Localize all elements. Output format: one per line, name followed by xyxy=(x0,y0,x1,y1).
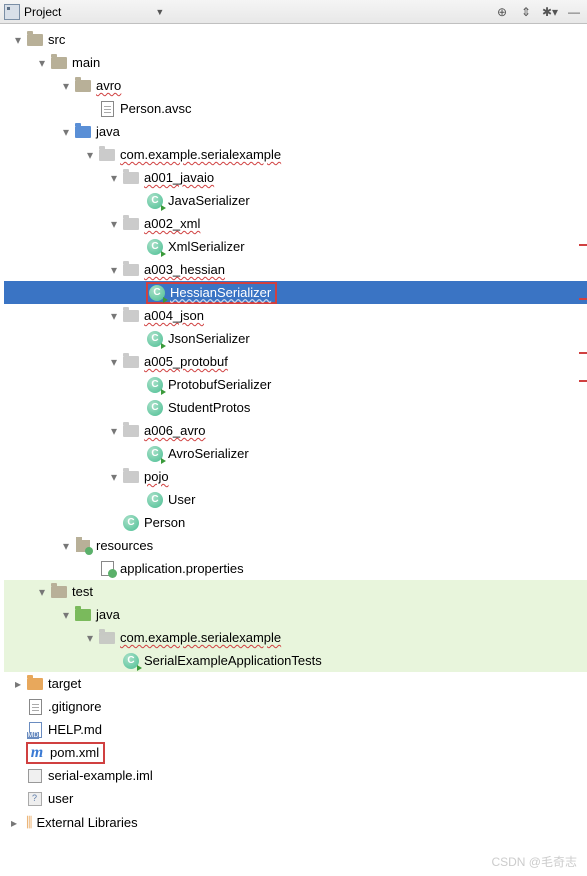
tree-node-test[interactable]: test xyxy=(4,580,587,603)
tree-node-a004[interactable]: a004_json xyxy=(4,304,587,327)
tree-node-java-test[interactable]: java xyxy=(4,603,587,626)
project-tree: src main avro Person.avsc java com.examp… xyxy=(0,24,587,810)
tree-node-xmlserializer[interactable]: CXmlSerializer xyxy=(4,235,587,258)
toolbar-title: Project xyxy=(24,5,61,19)
tree-node-main[interactable]: main xyxy=(4,51,587,74)
tree-node-a003[interactable]: a003_hessian xyxy=(4,258,587,281)
tree-node-target[interactable]: target xyxy=(4,672,587,695)
tree-node-a005[interactable]: a005_protobuf xyxy=(4,350,587,373)
tree-node-helpmd[interactable]: HELP.md xyxy=(4,718,587,741)
tree-node-a006[interactable]: a006_avro xyxy=(4,419,587,442)
tree-node-avro[interactable]: avro xyxy=(4,74,587,97)
tree-node-protobufserializer[interactable]: CProtobufSerializer xyxy=(4,373,587,396)
hide-icon[interactable]: — xyxy=(565,3,583,21)
tree-node-avroserializer[interactable]: CAvroSerializer xyxy=(4,442,587,465)
tree-node-pojo[interactable]: pojo xyxy=(4,465,587,488)
tree-node-iml[interactable]: serial-example.iml xyxy=(4,764,587,787)
tree-node-appprops[interactable]: application.properties xyxy=(4,557,587,580)
project-icon xyxy=(4,4,20,20)
tree-node-userfile[interactable]: user xyxy=(4,787,587,810)
tree-node-testclass[interactable]: CSerialExampleApplicationTests xyxy=(4,649,587,672)
gear-icon[interactable]: ✱▾ xyxy=(541,3,559,21)
tree-node-pom[interactable]: mpom.xml xyxy=(4,741,587,764)
project-toolbar: Project ▼ ⊕ ⇕ ✱▾ — xyxy=(0,0,587,24)
maven-icon: m xyxy=(31,744,43,762)
watermark: CSDN @毛奇志 xyxy=(491,853,577,870)
tree-node-gitignore[interactable]: .gitignore xyxy=(4,695,587,718)
tree-node-resources[interactable]: resources xyxy=(4,534,587,557)
library-icon: ⫼ xyxy=(26,814,32,831)
tree-node-javaserializer[interactable]: CJavaSerializer xyxy=(4,189,587,212)
tree-node-user-class[interactable]: CUser xyxy=(4,488,587,511)
tree-node-jsonserializer[interactable]: CJsonSerializer xyxy=(4,327,587,350)
tree-node-java-main[interactable]: java xyxy=(4,120,587,143)
collapse-icon[interactable]: ⇕ xyxy=(517,3,535,21)
tree-node-pkg-main[interactable]: com.example.serialexample xyxy=(4,143,587,166)
tree-node-hessianserializer[interactable]: CHessianSerializer xyxy=(4,281,587,304)
locate-icon[interactable]: ⊕ xyxy=(493,3,511,21)
tree-node-src[interactable]: src xyxy=(4,28,587,51)
tree-node-studentprotos[interactable]: CStudentProtos xyxy=(4,396,587,419)
tree-node-a002[interactable]: a002_xml xyxy=(4,212,587,235)
tree-node-person-avsc[interactable]: Person.avsc xyxy=(4,97,587,120)
tree-node-pkg-test[interactable]: com.example.serialexample xyxy=(4,626,587,649)
tree-node-person-class[interactable]: CPerson xyxy=(4,511,587,534)
tree-node-a001[interactable]: a001_javaio xyxy=(4,166,587,189)
external-libraries[interactable]: ⫼ External Libraries xyxy=(0,810,587,831)
dropdown-arrow-icon[interactable]: ▼ xyxy=(155,7,164,17)
